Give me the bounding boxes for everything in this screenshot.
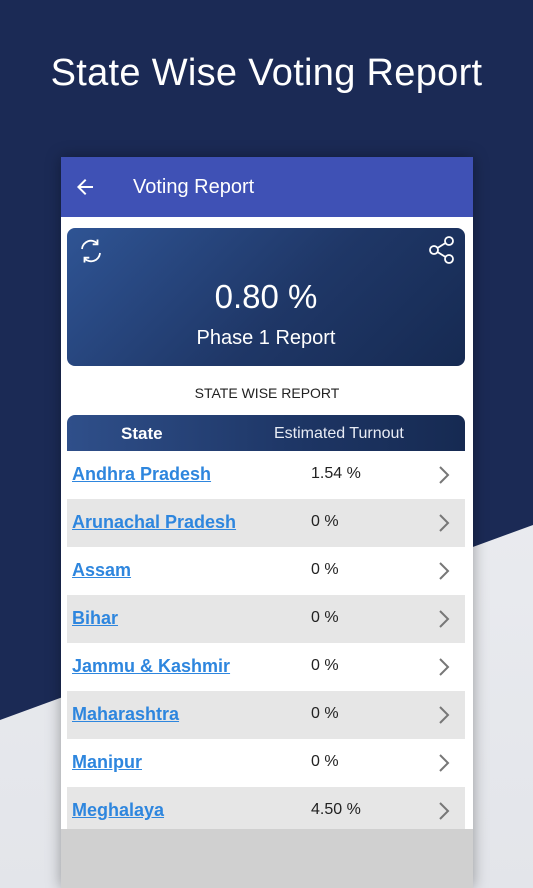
chevron-right-icon[interactable] (433, 800, 455, 822)
arrow-left-icon[interactable] (73, 175, 97, 199)
turnout-summary-card: 0.80 % Phase 1 Report (67, 228, 465, 366)
chevron-right-icon[interactable] (433, 656, 455, 678)
table-row[interactable]: Andhra Pradesh 1.54 % (67, 451, 465, 499)
phone-screen: Voting Report 0.80 % Phase 1 Report STAT… (61, 157, 473, 888)
state-link[interactable]: Maharashtra (72, 704, 179, 725)
app-bar: Voting Report (61, 157, 473, 217)
table-row[interactable]: Meghalaya 4.50 % (67, 787, 465, 831)
chevron-right-icon[interactable] (433, 608, 455, 630)
refresh-icon[interactable] (75, 235, 107, 267)
state-link[interactable]: Andhra Pradesh (72, 464, 211, 485)
turnout-cell: 0 % (311, 657, 339, 674)
table-row[interactable]: Manipur 0 % (67, 739, 465, 787)
chevron-right-icon[interactable] (433, 512, 455, 534)
state-link[interactable]: Meghalaya (72, 800, 164, 821)
state-table: State Estimated Turnout Andhra Pradesh 1… (67, 415, 465, 831)
table-header: State Estimated Turnout (67, 415, 465, 451)
table-row[interactable]: Arunachal Pradesh 0 % (67, 499, 465, 547)
chevron-right-icon[interactable] (433, 560, 455, 582)
header-state: State (121, 424, 163, 443)
table-row[interactable]: Maharashtra 0 % (67, 691, 465, 739)
turnout-cell: 4.50 % (311, 801, 361, 818)
turnout-value: 0.80 % (214, 278, 318, 315)
app-bar-title: Voting Report (133, 176, 255, 198)
chevron-right-icon[interactable] (433, 464, 455, 486)
turnout-cell: 0 % (311, 513, 339, 530)
state-link[interactable]: Assam (72, 560, 131, 581)
share-icon[interactable] (427, 235, 457, 265)
chevron-right-icon[interactable] (433, 704, 455, 726)
state-link[interactable]: Arunachal Pradesh (72, 512, 236, 533)
table-row[interactable]: Bihar 0 % (67, 595, 465, 643)
turnout-cell: 1.54 % (311, 465, 361, 482)
header-turnout: Estimated Turnout (274, 425, 404, 442)
promo-title: State Wise Voting Report (50, 52, 483, 94)
section-title: STATE WISE REPORT (194, 385, 340, 401)
turnout-cell: 0 % (311, 561, 339, 578)
turnout-cell: 0 % (311, 609, 339, 626)
state-link[interactable]: Manipur (72, 752, 142, 773)
table-row[interactable]: Jammu & Kashmir 0 % (67, 643, 465, 691)
phase-label: Phase 1 Report (196, 327, 336, 349)
state-link[interactable]: Bihar (72, 608, 118, 629)
table-row[interactable]: Assam 0 % (67, 547, 465, 595)
turnout-cell: 0 % (311, 705, 339, 722)
state-link[interactable]: Jammu & Kashmir (72, 656, 230, 677)
turnout-cell: 0 % (311, 753, 339, 770)
footer-area (61, 829, 473, 888)
chevron-right-icon[interactable] (433, 752, 455, 774)
